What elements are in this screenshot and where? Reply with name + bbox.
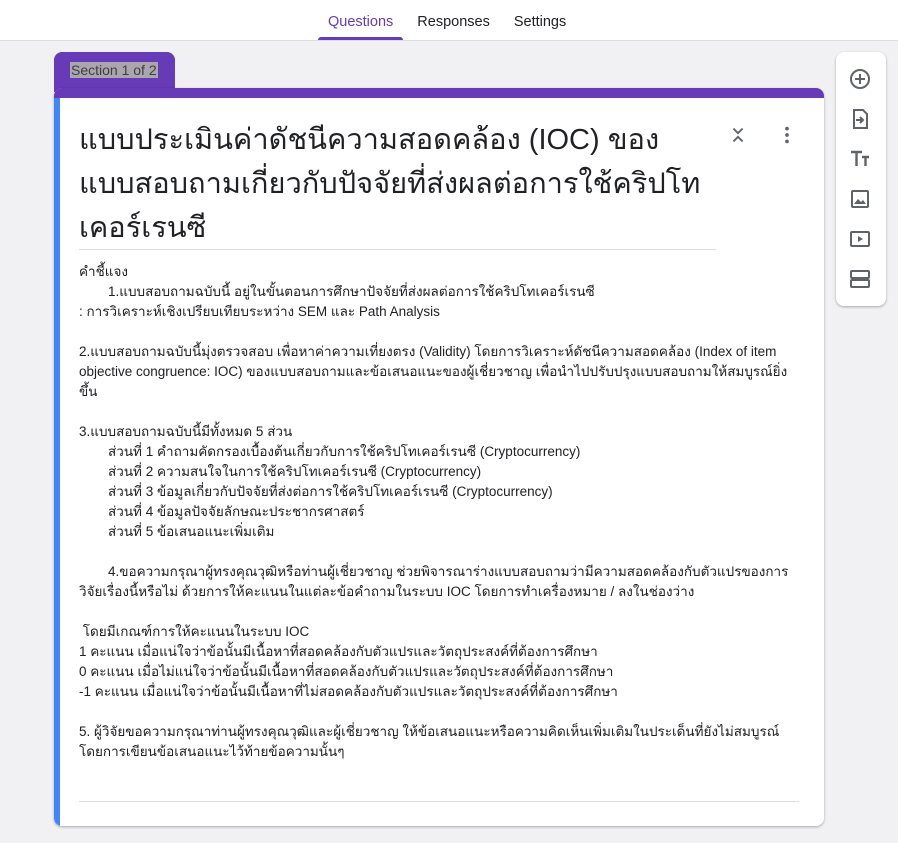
form-description[interactable]: คำชี้แจง 1.แบบสอบถามฉบับนี้ อยู่ในขั้นตอน… (79, 262, 804, 762)
description-line: 4.ขอความกรุณาผู้ทรงคุณวุฒิหรือท่านผู้เชี… (79, 564, 789, 599)
description-line: ส่วนที่ 3 ข้อมูลเกี่ยวกับปัจจัยที่ส่งต่อ… (108, 484, 553, 499)
import-questions-icon[interactable] (848, 107, 872, 131)
card-accent-bar (54, 88, 824, 98)
add-video-icon[interactable] (848, 227, 872, 251)
description-line (79, 602, 804, 622)
top-navigation: Questions Responses Settings (0, 0, 898, 41)
description-line: 1.แบบสอบถามฉบับนี้ อยู่ในขั้นตอนการศึกษา… (108, 284, 595, 299)
description-line: ส่วนที่ 5 ข้อเสนอแนะเพิ่มเติม (108, 524, 275, 539)
description-line: : การวิเคราะห์เชิงเปรียบเทียบระหว่าง SEM… (79, 304, 440, 319)
card-focus-bar (54, 98, 60, 826)
add-image-icon[interactable] (848, 187, 872, 211)
description-line: 2.แบบสอบถามฉบับนี้มุ่งตรวจสอบ เพื่อหาค่า… (79, 344, 788, 399)
section-header-tab: Section 1 of 2 (54, 52, 175, 92)
description-line: 0 คะแนน เมื่อไม่แน่ใจว่าข้อนั้นมีเนื้อหา… (79, 664, 614, 679)
form-tabs: Questions Responses Settings (318, 0, 580, 40)
description-line (79, 702, 804, 722)
description-line (79, 542, 804, 562)
description-line: โดยมีเกณฑ์การให้คะแนนในระบบ IOC (79, 624, 310, 639)
tab-questions[interactable]: Questions (318, 0, 404, 40)
description-line: 3.แบบสอบถามฉบับนี้มีทั้งหมด 5 ส่วน (79, 424, 293, 439)
description-line: ส่วนที่ 1 คำถามคัดกรองเบื้องต้นเกี่ยวกับ… (108, 444, 581, 459)
description-line (79, 402, 804, 422)
description-line: 5. ผู้วิจัยขอความกรุณาท่านผู้ทรงคุณวุฒิแ… (79, 724, 783, 759)
description-line: ส่วนที่ 4 ข้อมูลปัจจัยลักษณะประชากรศาสตร… (108, 504, 365, 519)
form-header-card[interactable]: แบบประเมินค่าดัชนีความสอดคล้อง (IOC) ของ… (54, 88, 824, 826)
floating-toolbar (836, 52, 886, 306)
add-section-icon[interactable] (848, 267, 872, 291)
description-line: 1 คะแนน เมื่อแน่ใจว่าข้อนั้นมีเนื้อหาที่… (79, 644, 598, 659)
description-line: ส่วนที่ 2 ความสนใจในการใช้คริปโทเคอร์เรน… (108, 464, 482, 479)
add-question-icon[interactable] (848, 67, 872, 91)
tab-settings[interactable]: Settings (504, 0, 576, 40)
description-line: -1 คะแนน เมื่อแน่ใจว่าข้อนั้นมีเนื้อหาที… (79, 684, 618, 699)
section-label: Section 1 of 2 (70, 62, 158, 78)
form-title[interactable]: แบบประเมินค่าดัชนีความสอดคล้อง (IOC) ของ… (79, 118, 719, 250)
description-underline (79, 801, 799, 802)
collapse-section-icon[interactable] (727, 124, 749, 146)
description-line (79, 322, 804, 342)
more-options-icon[interactable] (776, 124, 798, 146)
title-underline (79, 249, 716, 250)
add-title-icon[interactable] (848, 147, 872, 171)
tab-responses[interactable]: Responses (407, 0, 500, 40)
description-line: คำชี้แจง (79, 264, 128, 279)
